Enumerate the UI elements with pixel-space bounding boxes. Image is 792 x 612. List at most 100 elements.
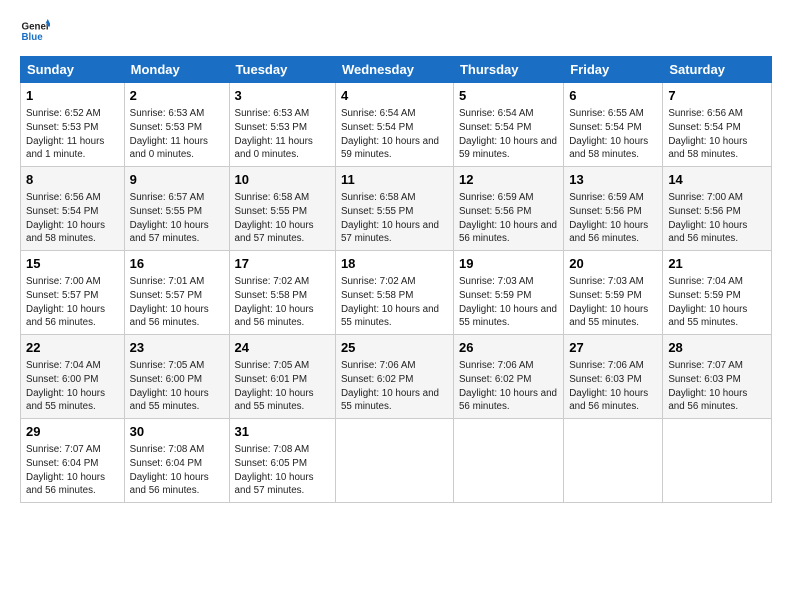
cell-info-line: Sunrise: 6:55 AM (569, 107, 657, 121)
cell-info-line: Sunset: 5:53 PM (235, 121, 330, 135)
header-day-thursday: Thursday (453, 57, 563, 83)
cell-info-line: Sunrise: 7:06 AM (569, 359, 657, 373)
cell-info-line: Sunrise: 7:05 AM (130, 359, 224, 373)
cell-info-line: Sunset: 5:53 PM (130, 121, 224, 135)
day-number: 24 (235, 339, 330, 357)
cell-info-line: Sunrise: 7:06 AM (341, 359, 448, 373)
cell-info-line: Sunrise: 7:01 AM (130, 275, 224, 289)
cell-info-line: Daylight: 10 hours and 55 minutes. (668, 303, 766, 330)
calendar-cell: 17Sunrise: 7:02 AMSunset: 5:58 PMDayligh… (229, 251, 335, 335)
cell-info-line: Daylight: 10 hours and 55 minutes. (26, 387, 119, 414)
cell-info-line: Sunrise: 6:52 AM (26, 107, 119, 121)
day-number: 2 (130, 87, 224, 105)
day-number: 13 (569, 171, 657, 189)
cell-info-line: Daylight: 10 hours and 56 minutes. (130, 303, 224, 330)
day-number: 27 (569, 339, 657, 357)
cell-info-line: Daylight: 10 hours and 56 minutes. (569, 219, 657, 246)
day-number: 8 (26, 171, 119, 189)
cell-info-line: Daylight: 10 hours and 58 minutes. (668, 135, 766, 162)
day-number: 29 (26, 423, 119, 441)
calendar-cell: 2Sunrise: 6:53 AMSunset: 5:53 PMDaylight… (124, 83, 229, 167)
cell-info-line: Sunset: 6:00 PM (130, 373, 224, 387)
week-row-2: 8Sunrise: 6:56 AMSunset: 5:54 PMDaylight… (21, 167, 772, 251)
day-number: 17 (235, 255, 330, 273)
header-day-wednesday: Wednesday (335, 57, 453, 83)
day-number: 19 (459, 255, 558, 273)
cell-info-line: Daylight: 10 hours and 56 minutes. (668, 219, 766, 246)
cell-info-line: Daylight: 10 hours and 56 minutes. (668, 387, 766, 414)
cell-info-line: Daylight: 10 hours and 58 minutes. (569, 135, 657, 162)
cell-info-line: Sunset: 6:04 PM (130, 457, 224, 471)
cell-info-line: Daylight: 10 hours and 59 minutes. (341, 135, 448, 162)
day-number: 1 (26, 87, 119, 105)
cell-info-line: Sunset: 5:56 PM (459, 205, 558, 219)
cell-info-line: Sunrise: 7:07 AM (26, 443, 119, 457)
cell-info-line: Sunrise: 6:53 AM (235, 107, 330, 121)
cell-info-line: Sunset: 5:54 PM (26, 205, 119, 219)
cell-info-line: Sunset: 5:59 PM (459, 289, 558, 303)
page-container: General Blue SundayMondayTuesdayWednesda… (0, 0, 792, 513)
day-number: 23 (130, 339, 224, 357)
cell-info-line: Sunset: 5:53 PM (26, 121, 119, 135)
calendar-cell: 27 Sunrise: 7:06 AMSunset: 6:03 PMDayligh… (564, 335, 663, 419)
cell-info-line: Sunrise: 6:59 AM (459, 191, 558, 205)
cell-info-line: Sunset: 5:55 PM (235, 205, 330, 219)
cell-info-line: Sunset: 6:05 PM (235, 457, 330, 471)
cell-info-line: Sunrise: 7:08 AM (130, 443, 224, 457)
cell-info-line: Daylight: 10 hours and 55 minutes. (235, 387, 330, 414)
calendar-cell: 8Sunrise: 6:56 AMSunset: 5:54 PMDaylight… (21, 167, 125, 251)
calendar-cell: 9Sunrise: 6:57 AMSunset: 5:55 PMDaylight… (124, 167, 229, 251)
cell-info-line: Sunset: 5:54 PM (569, 121, 657, 135)
day-number: 28 (668, 339, 766, 357)
cell-info-line: Sunset: 5:55 PM (130, 205, 224, 219)
cell-info-line: Daylight: 10 hours and 56 minutes. (26, 303, 119, 330)
cell-info-line: Daylight: 10 hours and 55 minutes. (569, 303, 657, 330)
header-day-sunday: Sunday (21, 57, 125, 83)
cell-info-line: Sunrise: 7:06 AM (459, 359, 558, 373)
cell-info-line: Sunrise: 7:00 AM (668, 191, 766, 205)
cell-info-line: Sunrise: 6:53 AM (130, 107, 224, 121)
cell-info-line: Daylight: 10 hours and 57 minutes. (235, 471, 330, 498)
calendar-cell: 22Sunrise: 7:04 AMSunset: 6:00 PMDayligh… (21, 335, 125, 419)
cell-info-line: Daylight: 10 hours and 56 minutes. (569, 387, 657, 414)
calendar-cell: 1 Sunrise: 6:52 AMSunset: 5:53 PMDaylight… (21, 83, 125, 167)
cell-info-line: Sunset: 5:56 PM (569, 205, 657, 219)
calendar-cell: 10Sunrise: 6:58 AMSunset: 5:55 PMDayligh… (229, 167, 335, 251)
day-number: 15 (26, 255, 119, 273)
calendar-cell: 6 Sunrise: 6:55 AMSunset: 5:54 PMDaylight… (564, 83, 663, 167)
header-day-monday: Monday (124, 57, 229, 83)
cell-info-line: Sunrise: 7:02 AM (341, 275, 448, 289)
cell-info-line: Sunset: 6:02 PM (459, 373, 558, 387)
cell-info-line: Sunset: 5:59 PM (668, 289, 766, 303)
cell-info-line: Sunset: 6:00 PM (26, 373, 119, 387)
header-day-tuesday: Tuesday (229, 57, 335, 83)
day-number: 6 (569, 87, 657, 105)
calendar-cell: 11Sunrise: 6:58 AMSunset: 5:55 PMDayligh… (335, 167, 453, 251)
cell-info-line: Daylight: 10 hours and 55 minutes. (459, 303, 558, 330)
day-number: 30 (130, 423, 224, 441)
cell-info-line: Sunset: 5:59 PM (569, 289, 657, 303)
cell-info-line: Daylight: 11 hours and 1 minute. (26, 135, 119, 162)
calendar-cell: 25Sunrise: 7:06 AMSunset: 6:02 PMDayligh… (335, 335, 453, 419)
cell-info-line: Daylight: 10 hours and 55 minutes. (341, 303, 448, 330)
logo-icon: General Blue (20, 16, 50, 46)
day-number: 14 (668, 171, 766, 189)
calendar-cell: 26Sunrise: 7:06 AMSunset: 6:02 PMDayligh… (453, 335, 563, 419)
cell-info-line: Sunset: 5:54 PM (341, 121, 448, 135)
logo: General Blue (20, 16, 54, 46)
calendar-cell: 18Sunrise: 7:02 AMSunset: 5:58 PMDayligh… (335, 251, 453, 335)
calendar-header: SundayMondayTuesdayWednesdayThursdayFrid… (21, 57, 772, 83)
cell-info-line: Sunset: 6:03 PM (569, 373, 657, 387)
cell-info-line: Sunset: 5:55 PM (341, 205, 448, 219)
cell-info-line: Sunrise: 6:58 AM (341, 191, 448, 205)
cell-info-line: Sunrise: 7:04 AM (26, 359, 119, 373)
calendar-cell: 5Sunrise: 6:54 AMSunset: 5:54 PMDaylight… (453, 83, 563, 167)
cell-info-line: Sunrise: 7:05 AM (235, 359, 330, 373)
cell-info-line: Sunrise: 7:03 AM (459, 275, 558, 289)
cell-info-line: Daylight: 10 hours and 56 minutes. (130, 471, 224, 498)
calendar-cell: 13Sunrise: 6:59 AMSunset: 5:56 PMDayligh… (564, 167, 663, 251)
week-row-5: 29Sunrise: 7:07 AMSunset: 6:04 PMDayligh… (21, 419, 772, 503)
calendar-table: SundayMondayTuesdayWednesdayThursdayFrid… (20, 56, 772, 503)
cell-info-line: Daylight: 10 hours and 56 minutes. (26, 471, 119, 498)
calendar-cell: 15Sunrise: 7:00 AMSunset: 5:57 PMDayligh… (21, 251, 125, 335)
